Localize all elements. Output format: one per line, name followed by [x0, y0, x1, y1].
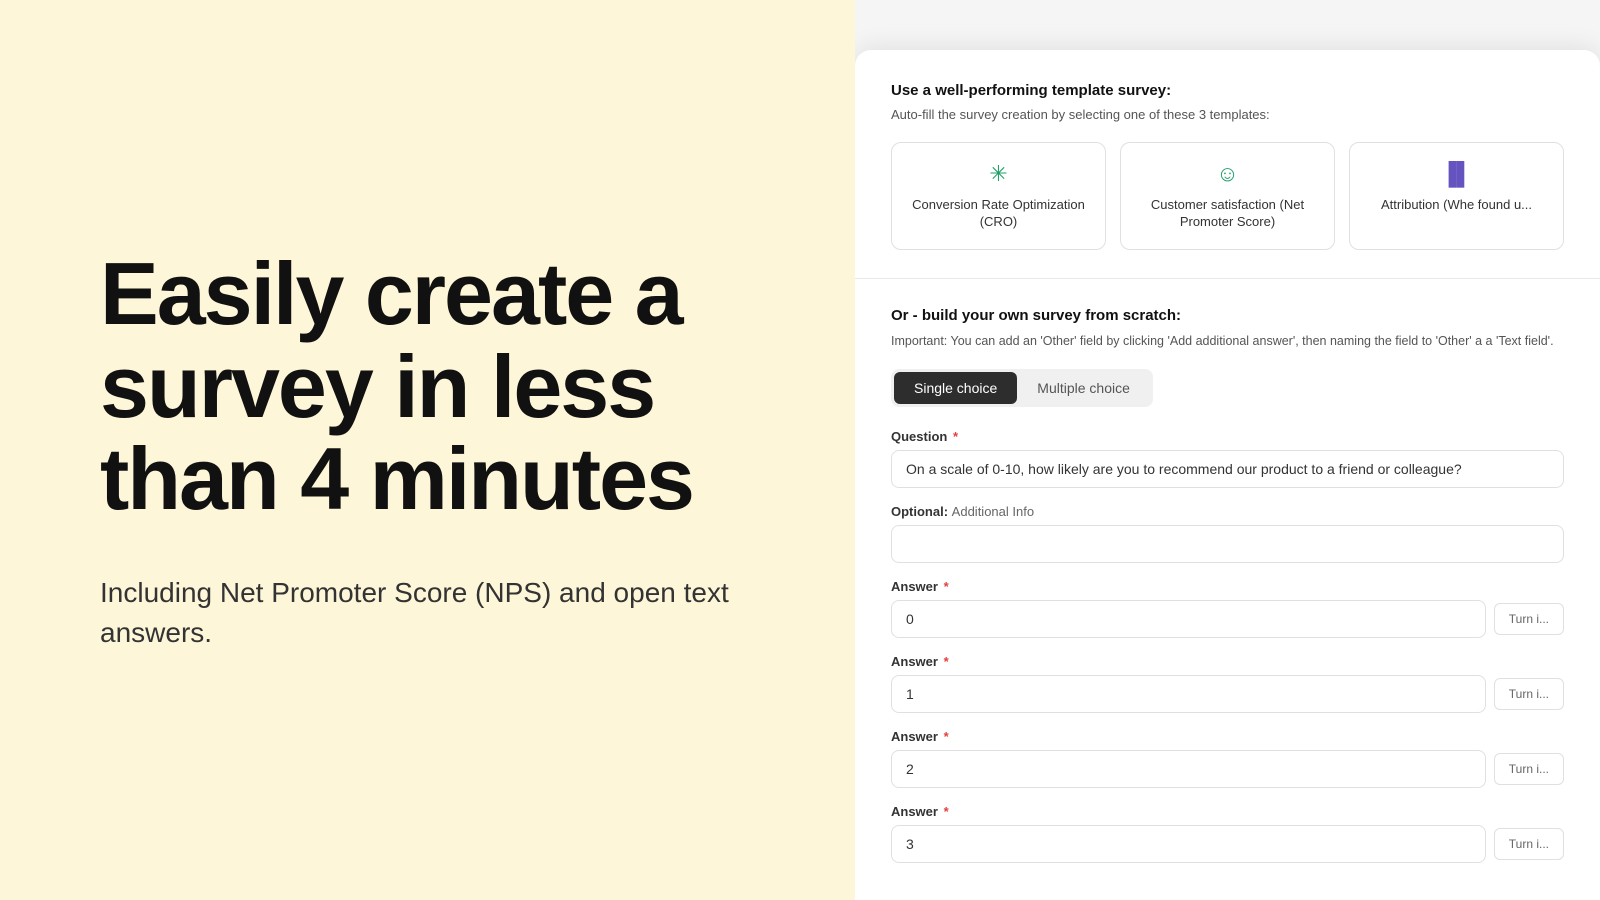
question-field-group: Question *: [891, 429, 1564, 488]
answer-3-label: Answer *: [891, 804, 1564, 819]
template-section-title: Use a well-performing template survey:: [891, 82, 1564, 99]
answer-3-row: Turn i...: [891, 825, 1564, 863]
choice-toggle-group: Single choice Multiple choice: [891, 369, 1153, 407]
hero-subtitle: Including Net Promoter Score (NPS) and o…: [100, 573, 755, 651]
attribution-label: Attribution (Whe found u...: [1381, 197, 1532, 214]
scratch-note: Important: You can add an 'Other' field …: [891, 332, 1564, 351]
turn-in-2-button[interactable]: Turn i...: [1494, 753, 1564, 785]
template-card-nps[interactable]: ☺ Customer satisfaction (Net Promoter Sc…: [1120, 142, 1335, 250]
turn-in-0-button[interactable]: Turn i...: [1494, 603, 1564, 635]
answer-3-group: Answer * Turn i...: [891, 804, 1564, 863]
attribution-icon: ▐▌: [1441, 161, 1472, 187]
template-card-cro[interactable]: ✳ Conversion Rate Optimization (CRO): [891, 142, 1106, 250]
answer-2-row: Turn i...: [891, 750, 1564, 788]
cro-label: Conversion Rate Optimization (CRO): [908, 197, 1089, 231]
answer-2-group: Answer * Turn i...: [891, 729, 1564, 788]
nps-label: Customer satisfaction (Net Promoter Scor…: [1137, 197, 1318, 231]
right-panel: Use a well-performing template survey: A…: [855, 0, 1600, 900]
question-label: Question *: [891, 429, 1564, 444]
answer-1-input[interactable]: [891, 675, 1486, 713]
templates-row: ✳ Conversion Rate Optimization (CRO) ☺ C…: [891, 142, 1564, 250]
answer-1-group: Answer * Turn i...: [891, 654, 1564, 713]
answer-1-row: Turn i...: [891, 675, 1564, 713]
optional-label: Optional: Additional Info: [891, 504, 1564, 519]
answer-0-input[interactable]: [891, 600, 1486, 638]
answer-2-input[interactable]: [891, 750, 1486, 788]
multiple-choice-button[interactable]: Multiple choice: [1017, 372, 1150, 404]
answer-1-label: Answer *: [891, 654, 1564, 669]
scratch-title: Or - build your own survey from scratch:: [891, 307, 1564, 324]
answer-0-group: Answer * Turn i...: [891, 579, 1564, 638]
template-card-attribution[interactable]: ▐▌ Attribution (Whe found u...: [1349, 142, 1564, 250]
answer-3-input[interactable]: [891, 825, 1486, 863]
turn-in-3-button[interactable]: Turn i...: [1494, 828, 1564, 860]
question-input[interactable]: [891, 450, 1564, 488]
optional-input[interactable]: [891, 525, 1564, 563]
cro-icon: ✳: [989, 161, 1007, 187]
hero-title: Easily create a survey in less than 4 mi…: [100, 248, 755, 525]
single-choice-button[interactable]: Single choice: [894, 372, 1017, 404]
template-section-subtitle: Auto-fill the survey creation by selecti…: [891, 107, 1564, 122]
survey-card: Use a well-performing template survey: A…: [855, 50, 1600, 900]
nps-icon: ☺: [1216, 161, 1238, 187]
answer-2-label: Answer *: [891, 729, 1564, 744]
answer-0-row: Turn i...: [891, 600, 1564, 638]
optional-field-group: Optional: Additional Info: [891, 504, 1564, 563]
answer-0-label: Answer *: [891, 579, 1564, 594]
turn-in-1-button[interactable]: Turn i...: [1494, 678, 1564, 710]
section-divider: [855, 278, 1600, 279]
left-panel: Easily create a survey in less than 4 mi…: [0, 0, 855, 900]
